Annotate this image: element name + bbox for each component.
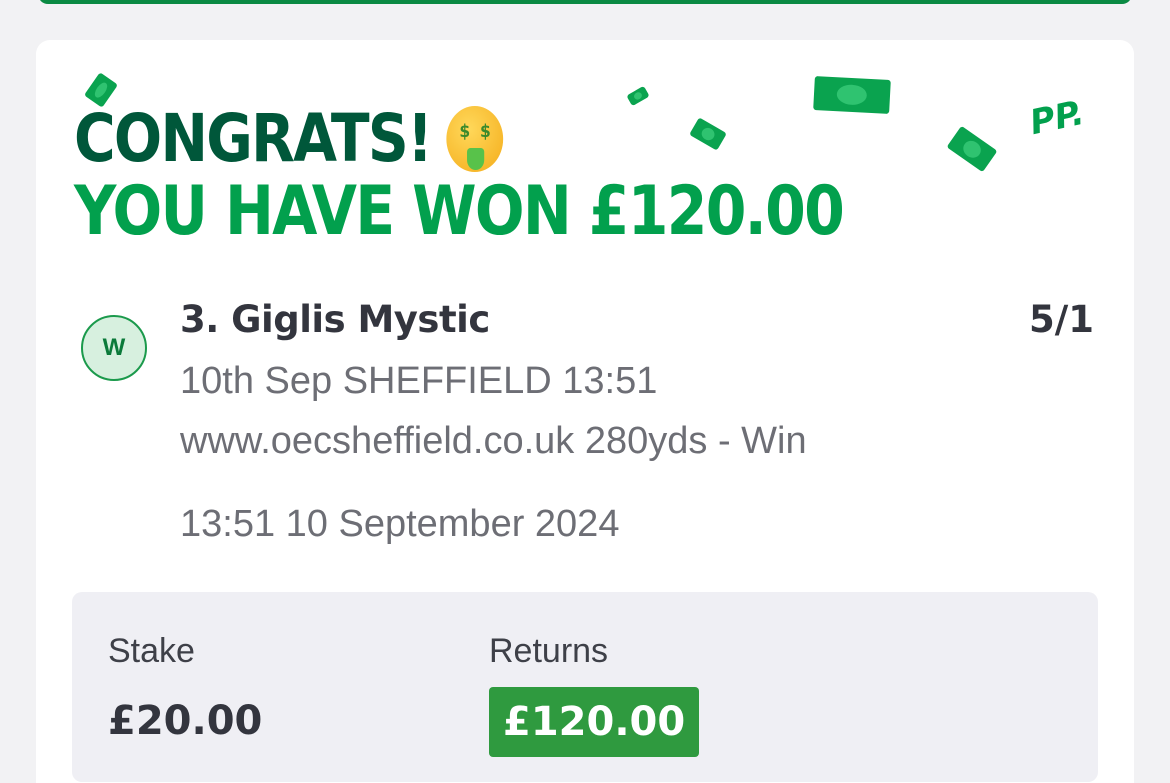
money-bill-icon (626, 85, 650, 107)
stake-label: Stake (108, 632, 195, 670)
previous-card-edge (38, 0, 1132, 4)
win-headline: CONGRATS! $ $ YOU HAVE WON £120.00 (74, 106, 845, 251)
congrats-heading: CONGRATS! $ $ (74, 106, 843, 172)
money-mouth-face-icon: $ $ (446, 106, 504, 172)
brand-mark: PP. (1026, 92, 1088, 144)
event-info: 10th Sep SHEFFIELD 13:51 (180, 360, 658, 402)
bet-placed-time: 13:51 10 September 2024 (180, 503, 620, 545)
race-details: www.oecsheffield.co.uk 280yds - Win (180, 420, 807, 462)
won-amount-heading: YOU HAVE WON £120.00 (74, 172, 845, 251)
bet-summary-panel: Stake £20.00 Returns £120.00 (72, 592, 1098, 782)
returns-value: £120.00 (489, 687, 700, 757)
returns-label: Returns (489, 632, 609, 670)
selection-name: 3. Giglis Mystic (180, 298, 490, 341)
stake-value: £20.00 (108, 698, 263, 744)
bet-receipt-card: PP. CONGRATS! $ $ YOU HAVE WON £120.00 W … (36, 40, 1134, 783)
win-result-badge: W (81, 315, 147, 381)
odds-value: 5/1 (1028, 298, 1094, 341)
money-bill-icon (946, 125, 998, 173)
congrats-text: CONGRATS! (74, 100, 433, 177)
